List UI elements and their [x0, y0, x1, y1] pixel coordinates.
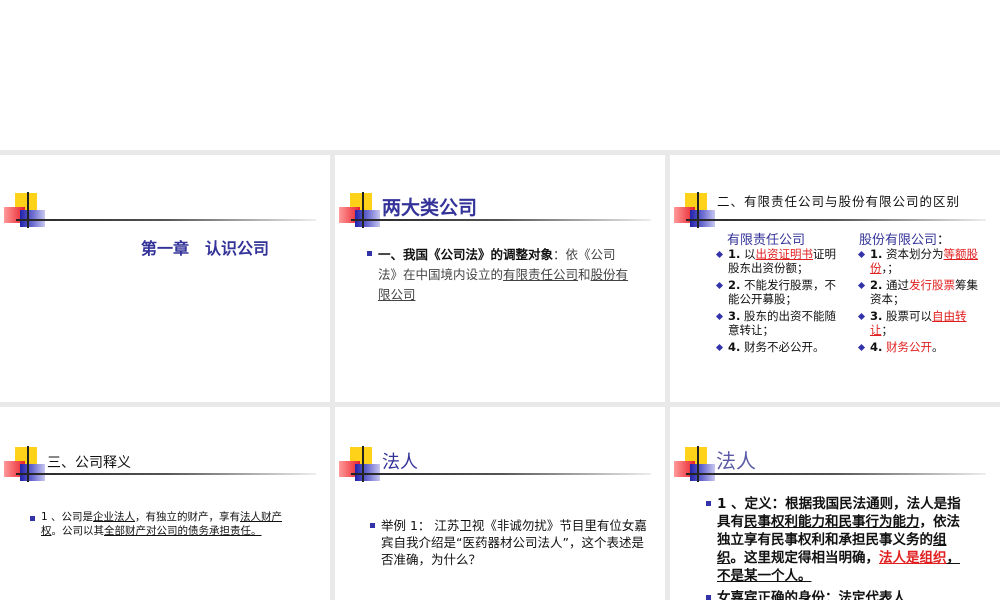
bullet-lead: 一、我国《公司法》的调整对象	[378, 247, 554, 262]
title-divider	[16, 219, 316, 221]
column-heading-jsc: 股份有限公司：	[859, 233, 951, 248]
slide-thumbnail-2[interactable]: 两大类公司 一、我国《公司法》的调整对象：依《公司法》在中国境内设立的有限责任公…	[335, 155, 665, 402]
llc-list: 1. 以出资证明书证明股东出资份额； 2. 不能发行股票，不能公开募股； 3. …	[717, 247, 842, 354]
bullet-item: 举例 1： 江苏卫视《非诚勿扰》节目里有位女嘉宾自我介绍是“医药器材公司法人”，…	[370, 517, 648, 568]
list-item: 1. 资本划分为等额股份，；	[859, 247, 984, 275]
list-item: 3. 股东的出资不能随意转让；	[717, 309, 842, 337]
slide-thumbnail-5[interactable]: 法人 举例 1： 江苏卫视《非诚勿扰》节目里有位女嘉宾自我介绍是“医药器材公司法…	[335, 407, 665, 600]
bullet-item: 1 、公司是企业法人，有独立的财产，享有法人财产权。公司以其全部财产对公司的债务…	[30, 511, 300, 538]
bullet-item: 一、我国《公司法》的调整对象：依《公司法》在中国境内设立的有限责任公司和股份有限…	[367, 245, 629, 305]
slide-title: 第一章 认识公司	[141, 239, 270, 258]
slide-title: 法人	[716, 449, 756, 473]
list-item: 3. 股票可以自由转让；	[859, 309, 984, 337]
slide-title: 两大类公司	[382, 197, 478, 219]
list-item: 2. 不能发行股票，不能公开募股；	[717, 278, 842, 306]
list-item: 2. 通过发行股票筹集资本；	[859, 278, 984, 306]
list-item: 1. 以出资证明书证明股东出资份额；	[717, 247, 842, 275]
slide-thumbnail-4[interactable]: 三、公司释义 1 、公司是企业法人，有独立的财产，享有法人财产权。公司以其全部财…	[0, 407, 330, 600]
slide-title: 法人	[382, 452, 418, 473]
title-divider	[686, 219, 986, 221]
logo-squares-icon	[0, 192, 60, 233]
bullet-item: 女嘉宾正确的身份：法定代表人	[706, 589, 968, 600]
slide-title: 三、公司释义	[47, 455, 131, 471]
bullet-list: 1 、定义：根据我国民法通则，法人是指具有民事权利能力和民事行为能力，依法独立享…	[706, 495, 968, 600]
slide-thumbnail-6[interactable]: 法人 1 、定义：根据我国民法通则，法人是指具有民事权利能力和民事行为能力，依法…	[670, 407, 1000, 600]
slide-thumbnail-3[interactable]: 二、有限责任公司与股份有限公司的区别 有限责任公司 1. 以出资证明书证明股东出…	[670, 155, 1000, 402]
bullet-text: 和	[578, 267, 591, 282]
underlined-term: 有限责任公司	[503, 267, 579, 282]
bullet-item: 1 、定义：根据我国民法通则，法人是指具有民事权利能力和民事行为能力，依法独立享…	[706, 495, 968, 585]
title-divider	[16, 473, 316, 475]
column-heading-llc: 有限责任公司	[727, 233, 806, 248]
list-item: 4. 财务不必公开。	[717, 340, 842, 354]
slide-title: 二、有限责任公司与股份有限公司的区别	[717, 194, 961, 209]
list-item: 4. 财务公开。	[859, 340, 984, 354]
slide-sorter-grid: 第一章 认识公司 两大类公司 一、我国《公司法》的调整对象：依《公司法》在中国境…	[0, 150, 1000, 600]
jsc-list: 1. 资本划分为等额股份，； 2. 通过发行股票筹集资本； 3. 股票可以自由转…	[859, 247, 984, 354]
slide-thumbnail-1[interactable]: 第一章 认识公司	[0, 155, 330, 402]
top-blank-area	[0, 0, 1000, 150]
